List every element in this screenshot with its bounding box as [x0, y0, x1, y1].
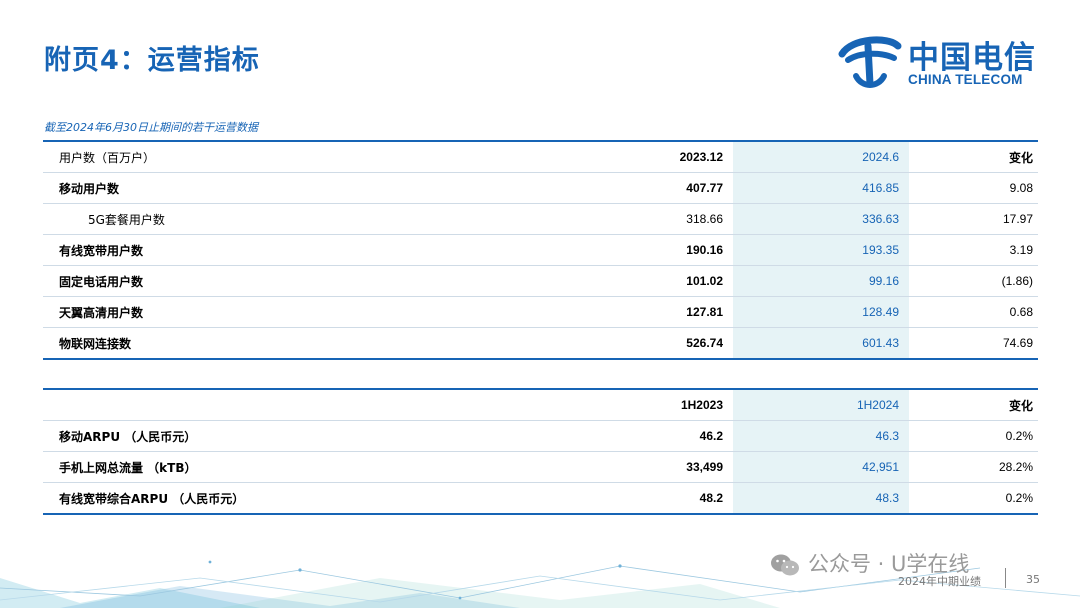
header-change: 变化	[909, 388, 1038, 421]
row-label: 移动用户数	[43, 172, 543, 204]
table-header-row: 用户数（百万户） 2023.12 2024.6 变化	[43, 140, 1038, 173]
row-label: 移动ARPU （人民币元）	[43, 420, 543, 452]
header-label: 用户数（百万户）	[43, 140, 543, 173]
row-label: 手机上网总流量 （kTB）	[43, 451, 543, 483]
row-label: 有线宽带综合ARPU （人民币元）	[43, 482, 543, 515]
subscriber-table: 用户数（百万户） 2023.12 2024.6 变化 移动用户数 407.77 …	[43, 140, 1038, 360]
header-change: 变化	[909, 140, 1038, 173]
row-prev-value: 33,499	[543, 451, 733, 483]
wechat-icon	[771, 554, 799, 576]
page-title: 附页4：运营指标	[44, 45, 260, 76]
row-label: 有线宽带用户数	[43, 234, 543, 266]
logo-chinese-text: 中国电信	[908, 40, 1036, 76]
header-current-period: 2024.6	[733, 140, 909, 173]
row-current-value: 336.63	[733, 203, 909, 235]
footer-text: 2024年中期业绩	[898, 575, 981, 588]
row-label: 天翼高清用户数	[43, 296, 543, 328]
row-change-value: 17.97	[909, 203, 1038, 235]
table-row: 固定电话用户数 101.02 99.16 (1.86)	[43, 265, 1038, 297]
row-prev-value: 127.81	[543, 296, 733, 328]
table-row: 手机上网总流量 （kTB） 33,499 42,951 28.2%	[43, 451, 1038, 483]
row-current-value: 46.3	[733, 420, 909, 452]
row-prev-value: 526.74	[543, 327, 733, 360]
row-current-value: 193.35	[733, 234, 909, 266]
row-change-value: 0.2%	[909, 482, 1038, 515]
arpu-table: 1H2023 1H2024 变化 移动ARPU （人民币元） 46.2 46.3…	[43, 388, 1038, 515]
row-prev-value: 46.2	[543, 420, 733, 452]
table-row: 有线宽带综合ARPU （人民币元） 48.2 48.3 0.2%	[43, 482, 1038, 515]
header-prev-period: 1H2023	[543, 388, 733, 421]
table-row: 移动用户数 407.77 416.85 9.08	[43, 172, 1038, 204]
table-header-row: 1H2023 1H2024 变化	[43, 388, 1038, 421]
row-current-value: 99.16	[733, 265, 909, 297]
row-change-value: (1.86)	[909, 265, 1038, 297]
row-change-value: 3.19	[909, 234, 1038, 266]
row-prev-value: 48.2	[543, 482, 733, 515]
row-label: 物联网连接数	[43, 327, 543, 360]
footer-divider	[1005, 568, 1006, 588]
row-change-value: 28.2%	[909, 451, 1038, 483]
header-prev-period: 2023.12	[543, 140, 733, 173]
china-telecom-logo: 中国电信 CHINA TELECOM	[838, 30, 1043, 92]
row-current-value: 42,951	[733, 451, 909, 483]
row-current-value: 416.85	[733, 172, 909, 204]
row-current-value: 48.3	[733, 482, 909, 515]
row-change-value: 74.69	[909, 327, 1038, 360]
row-prev-value: 407.77	[543, 172, 733, 204]
table-row: 移动ARPU （人民币元） 46.2 46.3 0.2%	[43, 420, 1038, 452]
page-number: 35	[1026, 573, 1040, 586]
row-change-value: 0.68	[909, 296, 1038, 328]
row-prev-value: 190.16	[543, 234, 733, 266]
row-prev-value: 101.02	[543, 265, 733, 297]
china-telecom-emblem-icon	[838, 36, 902, 88]
header-label	[43, 388, 543, 421]
row-current-value: 128.49	[733, 296, 909, 328]
header-current-period: 1H2024	[733, 388, 909, 421]
row-label: 固定电话用户数	[43, 265, 543, 297]
table-row: 物联网连接数 526.74 601.43 74.69	[43, 327, 1038, 360]
row-change-value: 0.2%	[909, 420, 1038, 452]
row-current-value: 601.43	[733, 327, 909, 360]
table-row: 天翼高清用户数 127.81 128.49 0.68	[43, 296, 1038, 328]
logo-english-text: CHINA TELECOM	[908, 72, 1023, 87]
table-caption: 截至2024年6月30日止期间的若干运营数据	[44, 121, 258, 134]
table-row: 5G套餐用户数 318.66 336.63 17.97	[43, 203, 1038, 235]
row-change-value: 9.08	[909, 172, 1038, 204]
row-prev-value: 318.66	[543, 203, 733, 235]
row-label: 5G套餐用户数	[43, 203, 543, 235]
table-row: 有线宽带用户数 190.16 193.35 3.19	[43, 234, 1038, 266]
